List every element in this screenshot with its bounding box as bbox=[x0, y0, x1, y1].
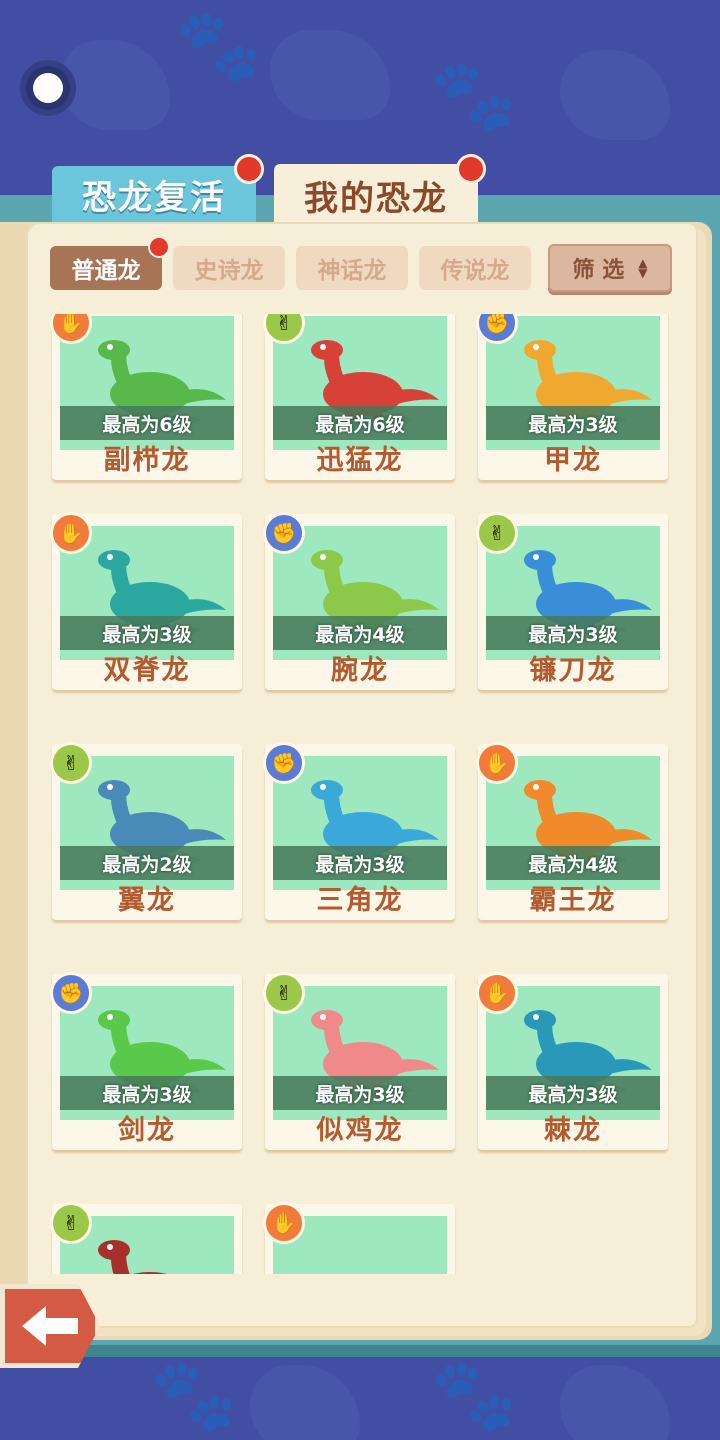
max-level-label: 最高为3级 bbox=[60, 616, 234, 650]
fist-icon: ✊ bbox=[50, 972, 92, 1014]
max-level-label: 最高为4级 bbox=[486, 846, 660, 880]
dinosaur-card[interactable]: 最高为6级 迅猛龙 ✌ bbox=[263, 314, 455, 502]
max-level-label: 最高为3级 bbox=[486, 1076, 660, 1110]
max-level-label: 最高为3级 bbox=[486, 616, 660, 650]
category-label: 普通龙 bbox=[71, 258, 141, 284]
category-label: 史诗龙 bbox=[194, 258, 264, 284]
category-tab-epic[interactable]: 史诗龙 bbox=[173, 246, 285, 290]
paw-print-decoration: 🐾 bbox=[430, 1354, 518, 1436]
dinosaur-name: 副栉龙 bbox=[103, 445, 191, 476]
max-level-label: 最高为4级 bbox=[273, 616, 447, 650]
notification-dot-icon bbox=[234, 154, 264, 184]
dinosaur-card[interactable]: 最高为4级霸王龙 ✋ bbox=[476, 742, 668, 942]
scissors-icon: ✌ bbox=[50, 1202, 92, 1244]
tab-my-dinosaurs[interactable]: 我的恐龙 bbox=[274, 164, 478, 226]
paw-print-decoration: 🐾 bbox=[430, 54, 518, 136]
dino-silhouette-decoration bbox=[250, 1365, 360, 1440]
notification-dot-icon bbox=[148, 236, 170, 258]
dinosaur-card[interactable]: 最高为3级 甲龙 ✊ bbox=[476, 314, 668, 502]
dinosaur-card[interactable]: 最高为3级剑龙 ✊ bbox=[50, 972, 242, 1172]
palm-icon: ✋ bbox=[476, 972, 518, 1014]
dinosaur-card[interactable]: 最高为3级双脊龙 ✋ bbox=[50, 512, 242, 712]
dinosaur-name: 剑龙 bbox=[118, 1115, 176, 1146]
tab-mine-label: 我的恐龙 bbox=[304, 178, 448, 219]
dinosaur-name: 霸王龙 bbox=[529, 885, 617, 916]
table-edge bbox=[0, 1345, 720, 1357]
filter-label: 筛 选 bbox=[572, 258, 625, 283]
tab-revive-label: 恐龙复活 bbox=[82, 177, 226, 218]
back-arrow-icon bbox=[22, 1306, 78, 1346]
dinosaur-name: 三角龙 bbox=[316, 885, 404, 916]
category-tab-legend[interactable]: 传说龙 bbox=[419, 246, 531, 290]
settings-toggle-button[interactable] bbox=[20, 60, 76, 116]
dinosaur-name: 翼龙 bbox=[118, 885, 176, 916]
scissors-icon: ✌ bbox=[263, 972, 305, 1014]
category-tab-myth[interactable]: 神话龙 bbox=[296, 246, 408, 290]
fist-icon: ✊ bbox=[263, 742, 305, 784]
notification-dot-icon bbox=[456, 154, 486, 184]
category-label: 传说龙 bbox=[440, 258, 510, 284]
dino-silhouette-decoration bbox=[270, 30, 390, 120]
max-level-label: 最高为3级 bbox=[486, 406, 660, 440]
filter-button[interactable]: 筛 选 ▲ ▼ bbox=[548, 244, 672, 292]
dino-silhouette-decoration bbox=[560, 1365, 670, 1440]
palm-icon: ✋ bbox=[476, 742, 518, 784]
scissors-icon: ✌ bbox=[476, 512, 518, 554]
palm-icon: ✋ bbox=[50, 512, 92, 554]
palm-icon: ✋ bbox=[263, 1202, 305, 1244]
dinosaur-card[interactable]: 最高为3级三角龙 ✊ bbox=[263, 742, 455, 942]
dinosaur-card[interactable]: 最高为6级 副栉龙 ✋ bbox=[50, 314, 242, 502]
dinosaur-name: 棘龙 bbox=[544, 1115, 602, 1146]
tab-dinosaur-revive[interactable]: 恐龙复活 bbox=[52, 166, 256, 222]
dinosaur-name: 迅猛龙 bbox=[316, 445, 404, 476]
fist-icon: ✊ bbox=[263, 512, 305, 554]
dinosaur-name: 腕龙 bbox=[331, 655, 389, 686]
max-level-label: 最高为3级 bbox=[273, 846, 447, 880]
max-level-label: 最高为6级 bbox=[273, 406, 447, 440]
dinosaur-grid: 最高为6级 副栉龙 ✋ 最高为6级 迅猛龙 ✌ 最高为3级 甲龙 ✊ 最高为3级 双脊龙 ✋ 最高为4级… bbox=[40, 314, 680, 1274]
max-level-label: 最高为3级 bbox=[273, 1076, 447, 1110]
category-label: 神话龙 bbox=[317, 258, 387, 284]
dinosaur-card[interactable]: ✌ bbox=[50, 1202, 242, 1274]
max-level-label: 最高为2级 bbox=[60, 846, 234, 880]
max-level-label: 最高为3级 bbox=[60, 1076, 234, 1110]
dinosaur-name: 镰刀龙 bbox=[529, 655, 617, 686]
paw-print-decoration: 🐾 bbox=[150, 1354, 238, 1436]
max-level-label: 最高为6级 bbox=[60, 406, 234, 440]
dinosaur-card[interactable]: 最高为4级腕龙 ✊ bbox=[263, 512, 455, 712]
dino-silhouette-decoration bbox=[560, 50, 670, 140]
dinosaur-card[interactable]: ✋ bbox=[263, 1202, 455, 1274]
category-tab-common[interactable]: 普通龙 bbox=[50, 246, 162, 290]
dinosaur-name: 甲龙 bbox=[544, 445, 602, 476]
dinosaur-card[interactable]: 最高为2级翼龙 ✌ bbox=[50, 742, 242, 942]
dinosaur-card[interactable]: 最高为3级棘龙 ✋ bbox=[476, 972, 668, 1172]
dinosaur-name: 双脊龙 bbox=[103, 655, 191, 686]
dinosaur-card[interactable]: 最高为3级似鸡龙 ✌ bbox=[263, 972, 455, 1172]
dinosaur-name: 似鸡龙 bbox=[316, 1115, 404, 1146]
dinosaur-card[interactable]: 最高为3级镰刀龙 ✌ bbox=[476, 512, 668, 712]
circle-icon bbox=[33, 73, 63, 103]
dino-silhouette-decoration bbox=[60, 40, 170, 130]
scissors-icon: ✌ bbox=[50, 742, 92, 784]
sort-arrows-icon: ▲ ▼ bbox=[638, 256, 648, 280]
paw-print-decoration: 🐾 bbox=[175, 4, 263, 86]
